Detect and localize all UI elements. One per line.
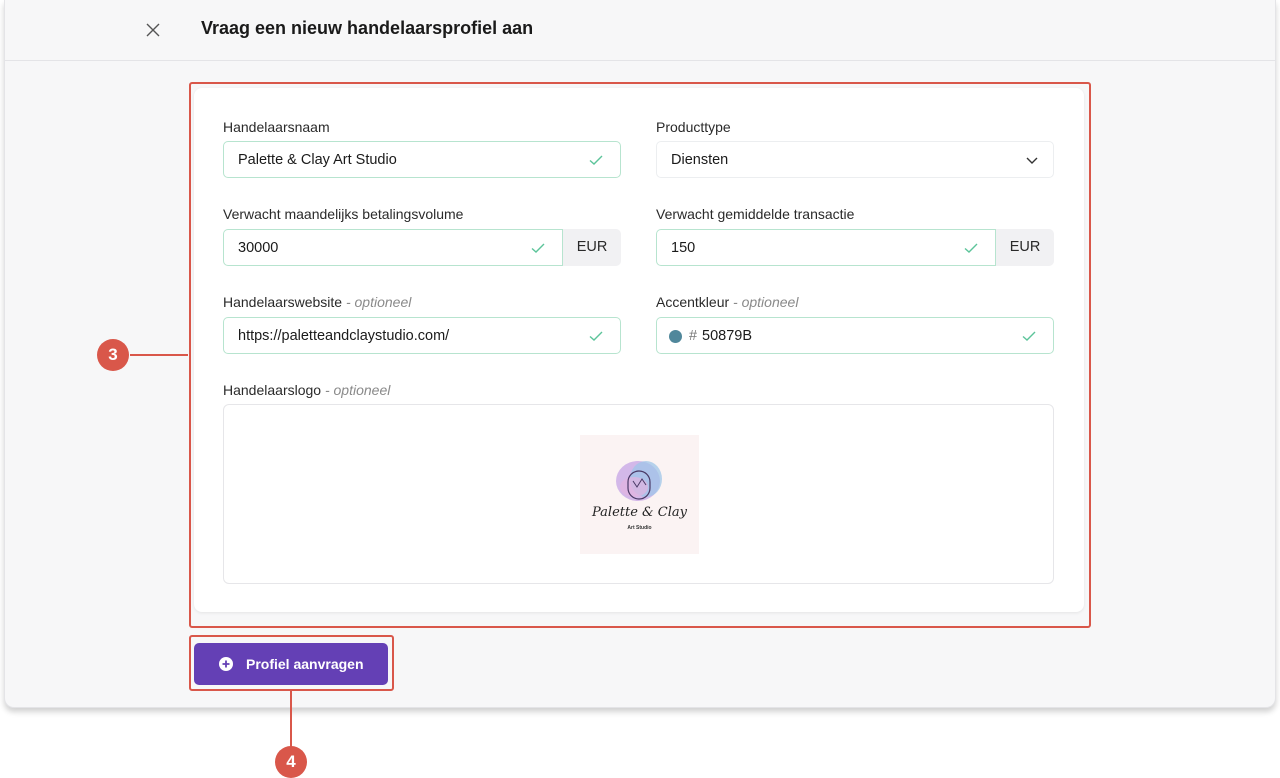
marker-4-badge: 4	[275, 746, 307, 778]
marker-3-connector	[130, 354, 188, 356]
marker-3-badge: 3	[97, 339, 129, 371]
page-title: Vraag een nieuw handelaarsprofiel aan	[201, 18, 534, 38]
button-highlight-box	[189, 635, 394, 691]
modal-header: Vraag een nieuw handelaarsprofiel aan	[5, 0, 1275, 61]
marker-4-connector	[290, 691, 292, 747]
close-icon[interactable]	[141, 18, 165, 42]
form-highlight-box	[189, 82, 1091, 628]
